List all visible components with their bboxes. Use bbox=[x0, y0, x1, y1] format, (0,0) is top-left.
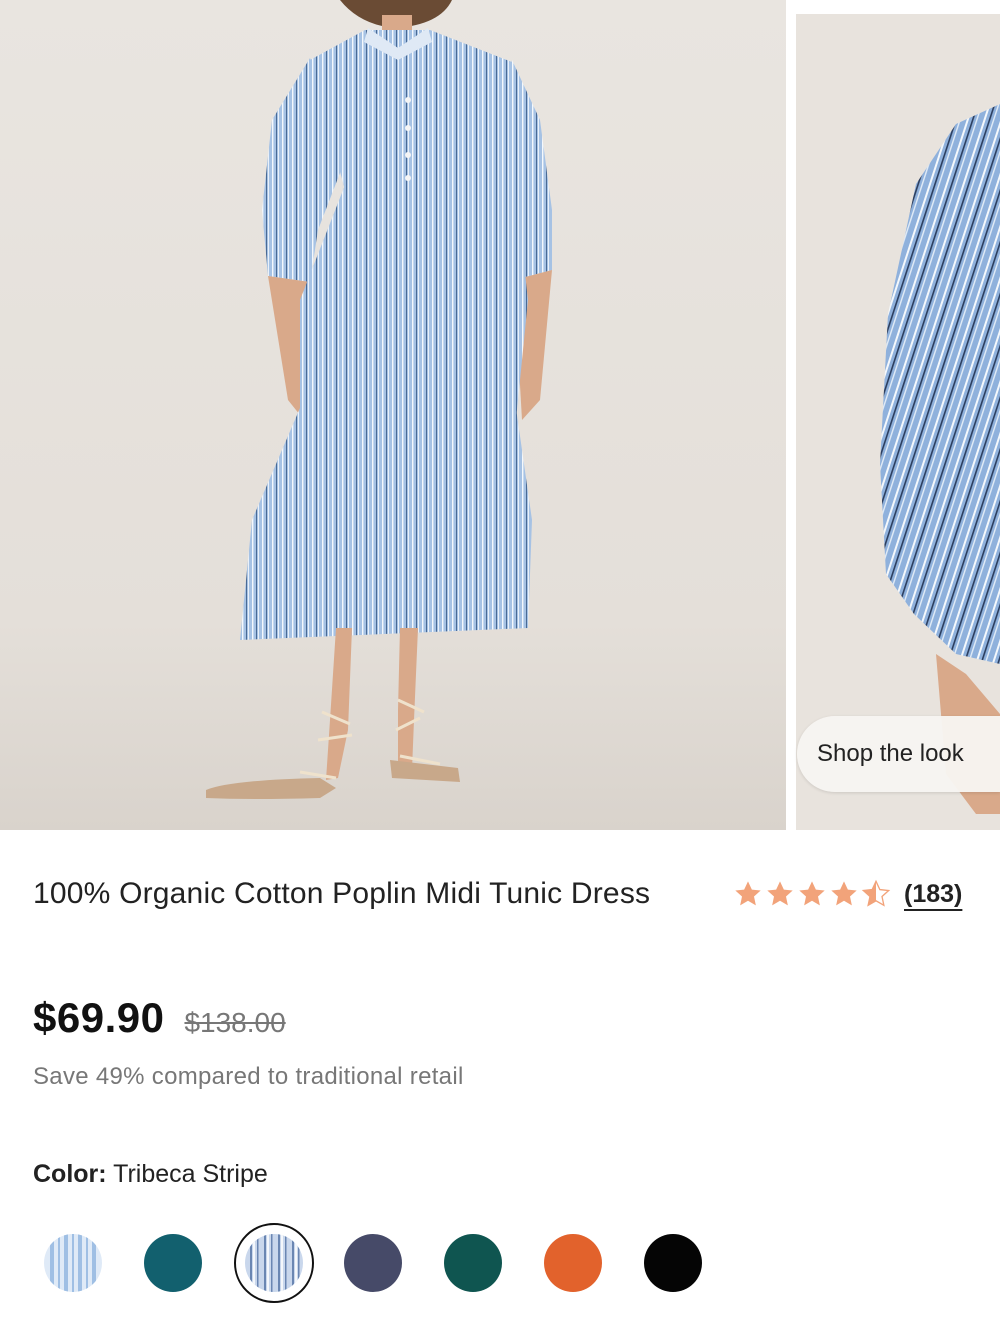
original-price: $138.00 bbox=[184, 1007, 286, 1038]
color-label-prefix: Color: bbox=[33, 1160, 107, 1188]
color-swatch-orange[interactable] bbox=[544, 1234, 602, 1292]
model-dress-image bbox=[0, 0, 786, 830]
price-row: $69.90 $138.00 bbox=[33, 994, 286, 1042]
product-image-gallery[interactable]: Shop the look bbox=[0, 0, 1000, 832]
color-swatch-list bbox=[0, 1220, 1000, 1306]
color-swatch-dark-green[interactable] bbox=[444, 1234, 502, 1292]
star-icon bbox=[831, 881, 857, 906]
model-closeup-image bbox=[796, 14, 1000, 830]
color-swatch-black[interactable] bbox=[644, 1234, 702, 1292]
color-swatch-tribeca-stripe[interactable] bbox=[245, 1234, 303, 1292]
stripe-pattern bbox=[44, 1234, 102, 1292]
color-swatch-navy[interactable] bbox=[344, 1234, 402, 1292]
star-icon bbox=[799, 881, 825, 906]
product-title: 100% Organic Cotton Poplin Midi Tunic Dr… bbox=[33, 877, 651, 910]
star-icon bbox=[767, 881, 793, 906]
color-swatch-teal[interactable] bbox=[144, 1234, 202, 1292]
half-star-icon bbox=[861, 879, 891, 907]
star-icon bbox=[735, 881, 761, 906]
product-photo-main[interactable] bbox=[0, 0, 786, 830]
product-photo-secondary[interactable] bbox=[796, 14, 1000, 830]
product-rating[interactable]: (183) bbox=[732, 874, 962, 914]
shop-the-look-label: Shop the look bbox=[817, 740, 964, 767]
color-swatch-light-stripe[interactable] bbox=[44, 1234, 102, 1292]
sale-price: $69.90 bbox=[33, 994, 165, 1041]
shop-the-look-button[interactable]: Shop the look bbox=[797, 716, 1000, 792]
selected-color-name: Tribeca Stripe bbox=[113, 1160, 268, 1188]
savings-text: Save 49% compared to traditional retail bbox=[33, 1063, 464, 1090]
color-label: Color: Tribeca Stripe bbox=[33, 1160, 268, 1189]
stripe-pattern bbox=[245, 1234, 303, 1292]
review-count-link[interactable]: (183) bbox=[904, 880, 962, 909]
rating-stars bbox=[732, 878, 892, 910]
